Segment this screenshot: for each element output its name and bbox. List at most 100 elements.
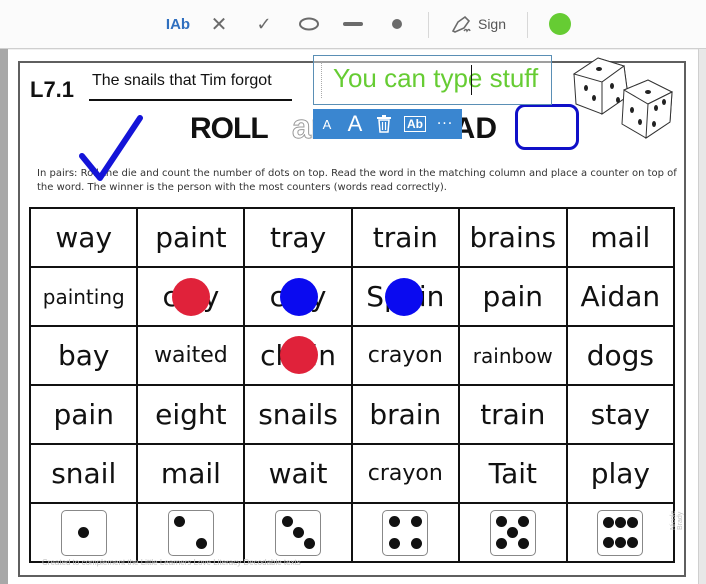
textbox-guide <box>321 62 322 98</box>
word-cell[interactable]: brain <box>350 384 460 445</box>
die-pip <box>627 516 639 528</box>
author-credit: Nicole Brady <box>670 510 684 530</box>
die-pip <box>602 516 614 528</box>
word-cell[interactable]: train <box>350 207 460 268</box>
dot-icon <box>392 19 402 29</box>
line-tool[interactable] <box>340 10 366 38</box>
die-pip <box>388 538 400 549</box>
die-2-icon <box>167 509 214 556</box>
text-annotation-box[interactable]: You can type stuff <box>313 55 552 105</box>
text-format-bar: A A Ab ··· <box>313 109 462 139</box>
word-cell[interactable]: wait <box>243 443 353 504</box>
word-cell[interactable]: pain <box>28 384 139 445</box>
word-cell[interactable]: train <box>457 384 568 445</box>
sign-label: Sign <box>477 16 507 32</box>
die-pip <box>496 516 508 527</box>
footer-credit: Created to complement the Little Learner… <box>42 558 301 567</box>
die-cell <box>28 502 139 563</box>
word-cell[interactable]: way <box>28 207 139 268</box>
word-cell[interactable]: pain <box>457 266 568 327</box>
die-cell <box>350 502 460 563</box>
die-6-icon <box>597 509 644 556</box>
toolbar-divider <box>527 12 528 38</box>
word-cell[interactable]: waited <box>136 325 246 386</box>
annotation-toolbar: IAb ✕ ✓ Sign <box>0 0 706 49</box>
word-cell[interactable]: stay <box>565 384 676 445</box>
die-pip <box>496 538 508 549</box>
left-panel-edge <box>0 49 8 584</box>
grid-row: pain eight snails brain train stay <box>28 384 676 445</box>
die-pip <box>281 516 293 527</box>
trash-icon <box>377 115 391 133</box>
grid-row: snail mail wait crayon Tait play <box>28 443 676 504</box>
word-cell[interactable]: mail <box>136 443 246 504</box>
die-pip <box>518 538 530 549</box>
add-text-tool[interactable]: IAb <box>163 10 193 38</box>
decrease-font-button[interactable]: A <box>313 117 341 132</box>
color-swatch-icon <box>549 13 571 35</box>
checkmark-annotation-icon[interactable] <box>78 112 144 182</box>
die-pip <box>507 527 519 538</box>
story-title: The snails that Tim forgot <box>92 72 272 89</box>
cross-mark-tool[interactable]: ✕ <box>208 10 230 38</box>
die-3-icon <box>275 509 322 556</box>
die-pip <box>174 516 186 527</box>
word-cell[interactable]: mail <box>565 207 676 268</box>
ellipse-tool[interactable] <box>296 10 322 38</box>
die-pip <box>78 527 90 538</box>
text-style-button[interactable]: Ab <box>399 116 431 132</box>
dot-tool[interactable] <box>386 10 408 38</box>
word-cell[interactable]: paint <box>136 207 246 268</box>
die-pip <box>614 516 626 528</box>
increase-font-button[interactable]: A <box>341 111 369 137</box>
word-cell[interactable]: bay <box>28 325 139 386</box>
word-cell[interactable]: snail <box>28 443 139 504</box>
more-options-button[interactable]: ··· <box>431 116 459 132</box>
ellipse-icon <box>299 17 319 31</box>
word-cell[interactable]: painting <box>28 266 139 327</box>
die-4-icon <box>382 509 429 556</box>
grid-row: baywaitedchaincrayonrainbowdogs <box>28 325 676 386</box>
die-pip <box>292 527 304 538</box>
color-picker[interactable] <box>547 10 573 38</box>
die-pip <box>196 538 208 549</box>
die-1-icon <box>60 509 107 556</box>
counter-dot[interactable] <box>280 336 318 374</box>
die-pip <box>627 537 639 549</box>
cross-icon: ✕ <box>210 12 228 36</box>
toolbar-divider <box>428 12 429 38</box>
text-annotation-value[interactable]: You can type stuff <box>333 63 538 94</box>
die-cell <box>136 502 246 563</box>
sign-button[interactable]: Sign <box>448 10 508 38</box>
word-cell[interactable]: snails <box>243 384 353 445</box>
word-cell[interactable]: rainbow <box>457 325 568 386</box>
delete-button[interactable] <box>369 115 399 133</box>
checkmark-tool[interactable]: ✓ <box>253 10 275 38</box>
word-cell[interactable]: crayon <box>350 443 460 504</box>
counter-dot[interactable] <box>280 278 318 316</box>
word-cell[interactable]: crayon <box>350 325 460 386</box>
word-cell[interactable]: Aidan <box>565 266 676 327</box>
fountain-pen-icon <box>451 15 471 33</box>
checkmark-icon: ✓ <box>256 13 272 35</box>
line-icon <box>343 22 363 26</box>
counter-dot[interactable] <box>385 278 423 316</box>
title-underline <box>89 99 292 101</box>
die-cell <box>243 502 353 563</box>
word-cell[interactable]: play <box>565 443 676 504</box>
dice-illustration-icon <box>572 57 674 139</box>
word-grid: waypainttraytrainbrainsmailpaintingclayc… <box>28 207 676 563</box>
word-cell[interactable]: dogs <box>565 325 676 386</box>
die-pip <box>410 538 422 549</box>
counter-dot[interactable] <box>172 278 210 316</box>
lesson-code: L7.1 <box>30 77 75 102</box>
word-cell[interactable]: tray <box>243 207 353 268</box>
word-cell[interactable]: brains <box>457 207 568 268</box>
vertical-scrollbar[interactable] <box>698 49 706 584</box>
die-pip <box>303 538 315 549</box>
word-cell[interactable]: eight <box>136 384 246 445</box>
add-text-icon: IAb <box>165 15 191 33</box>
word-cell[interactable]: Tait <box>457 443 568 504</box>
text-style-icon: Ab <box>404 116 426 132</box>
die-pip <box>602 537 614 549</box>
